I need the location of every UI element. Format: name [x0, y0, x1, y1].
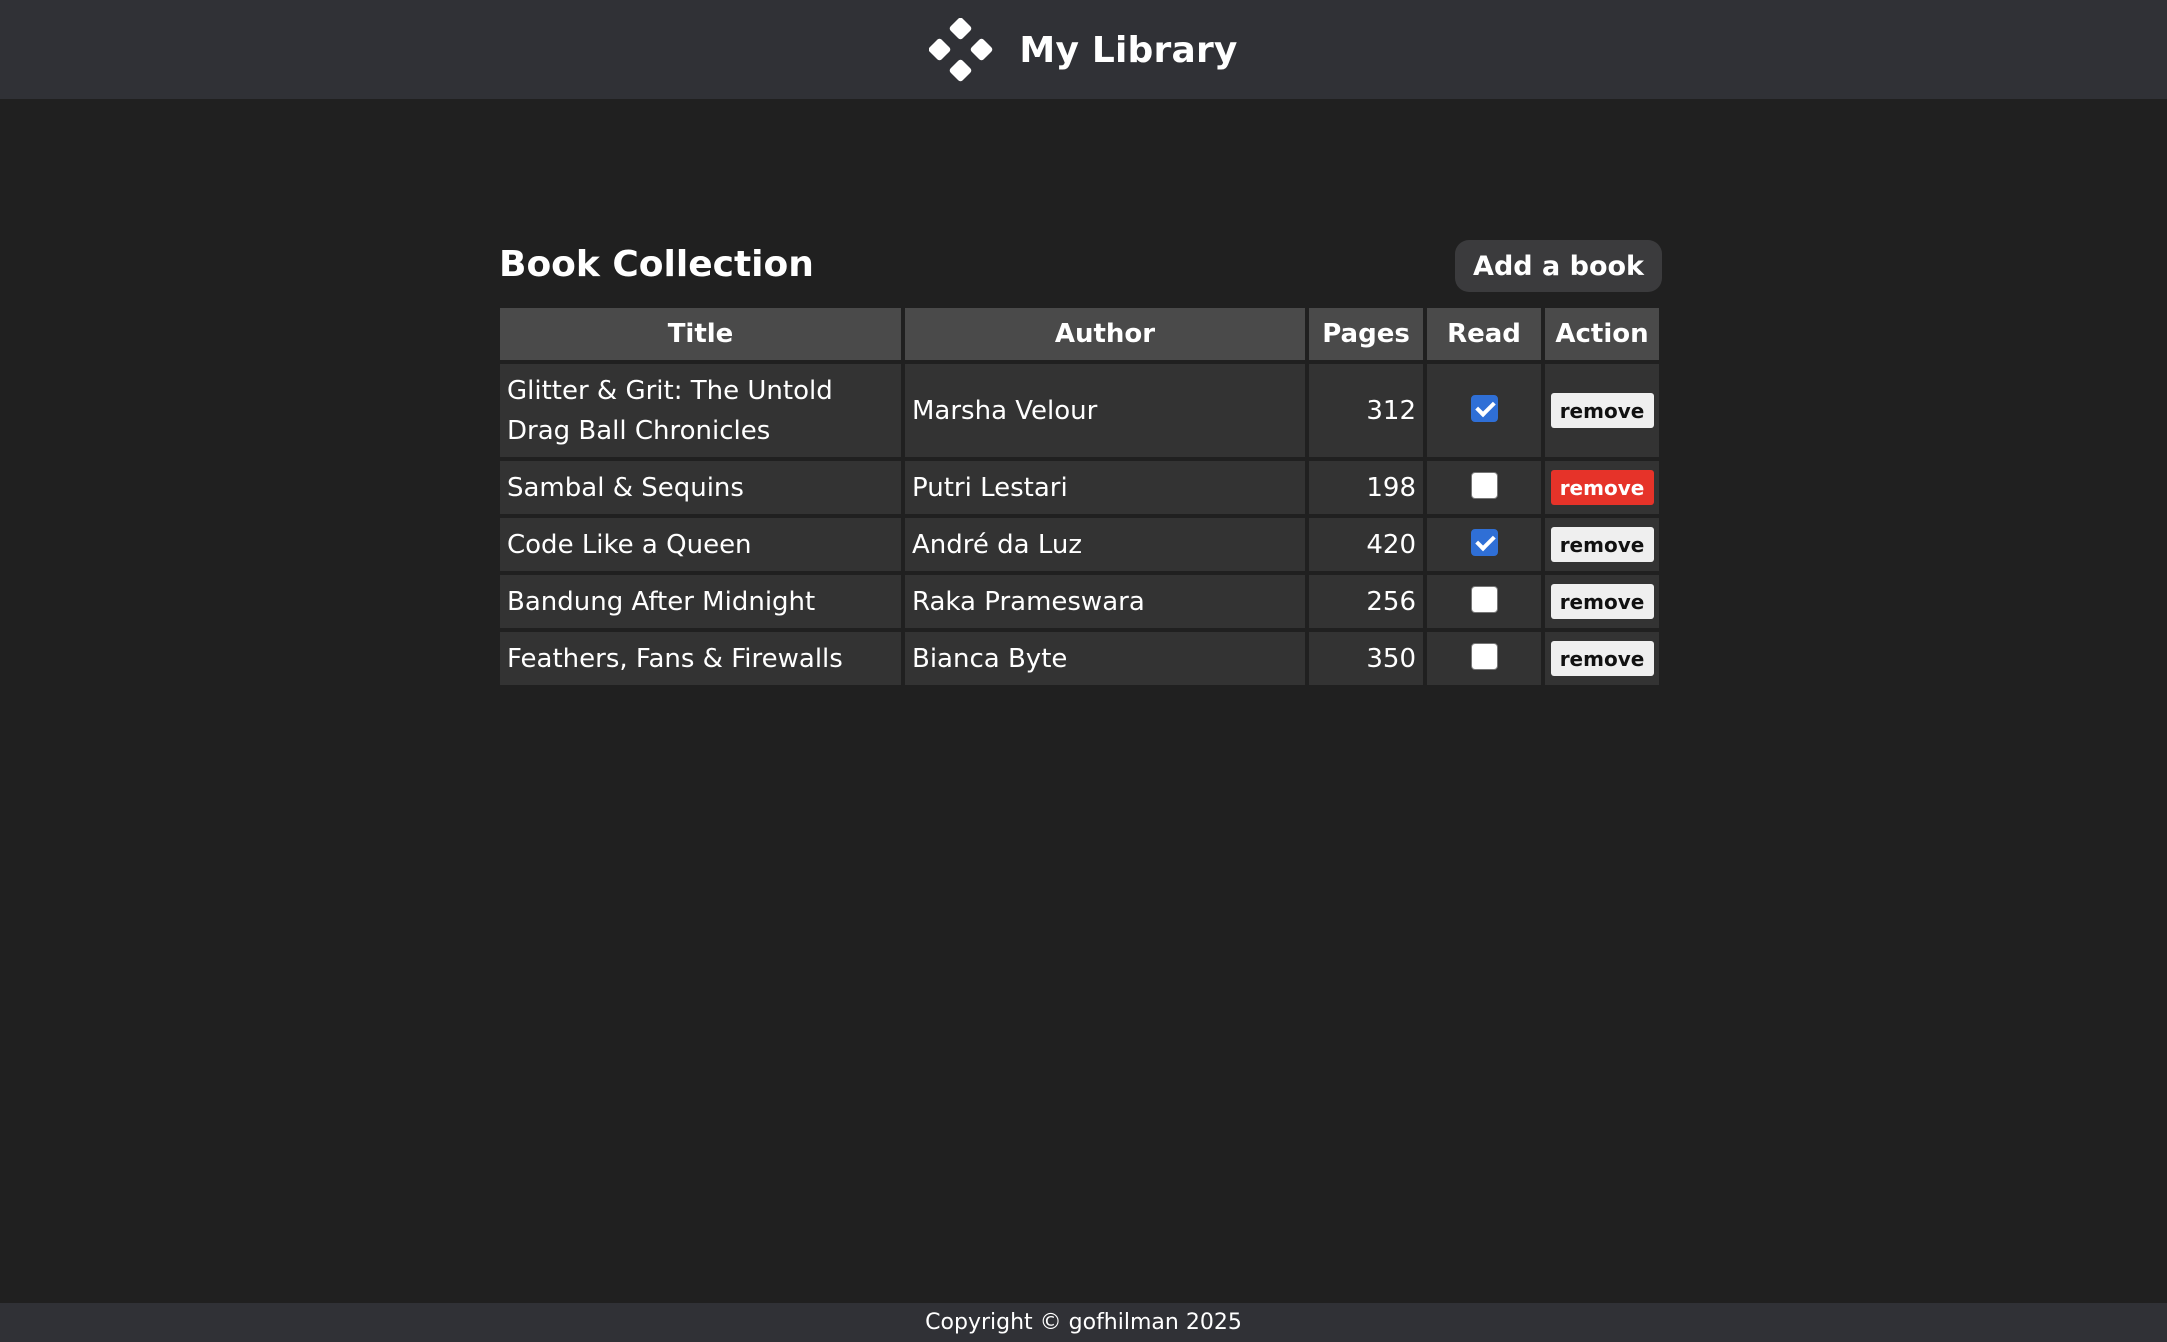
table-row: Code Like a Queen André da Luz 420 remov… [500, 518, 1659, 571]
book-pages-cell: 312 [1309, 364, 1423, 457]
book-action-cell: remove [1545, 632, 1659, 685]
book-read-cell [1427, 518, 1541, 571]
read-checkbox[interactable] [1470, 642, 1498, 670]
book-author-cell: Bianca Byte [905, 632, 1305, 685]
book-author-cell: Putri Lestari [905, 461, 1305, 514]
app-title: My Library [1019, 30, 1238, 71]
page-title: Book Collection [499, 244, 814, 285]
column-header-title: Title [500, 308, 901, 360]
add-book-button[interactable]: Add a book [1455, 240, 1662, 292]
book-read-cell [1427, 575, 1541, 628]
book-author-cell: André da Luz [905, 518, 1305, 571]
column-header-pages: Pages [1309, 308, 1423, 360]
table-row: Sambal & Sequins Putri Lestari 198 remov… [500, 461, 1659, 514]
book-title-cell: Feathers, Fans & Firewalls [500, 632, 901, 685]
book-action-cell: remove [1545, 518, 1659, 571]
book-title-cell: Sambal & Sequins [500, 461, 901, 514]
table-row: Feathers, Fans & Firewalls Bianca Byte 3… [500, 632, 1659, 685]
read-checkbox[interactable] [1470, 471, 1498, 499]
book-read-cell [1427, 632, 1541, 685]
book-read-cell [1427, 364, 1541, 457]
book-pages-cell: 256 [1309, 575, 1423, 628]
book-pages-cell: 420 [1309, 518, 1423, 571]
remove-button[interactable]: remove [1550, 584, 1654, 619]
app-header: My Library [0, 0, 2167, 99]
main-content: Book Collection Add a book Title Author … [497, 238, 1663, 685]
remove-button[interactable]: remove [1550, 393, 1654, 428]
page-footer: Copyright © gofhilman 2025 [0, 1303, 2167, 1342]
book-action-cell: remove [1545, 461, 1659, 514]
column-header-read: Read [1427, 308, 1541, 360]
book-title-cell: Code Like a Queen [500, 518, 901, 571]
table-row: Bandung After Midnight Raka Prameswara 2… [500, 575, 1659, 628]
book-title-cell: Bandung After Midnight [500, 575, 901, 628]
book-author-cell: Marsha Velour [905, 364, 1305, 457]
read-checkbox[interactable] [1470, 585, 1498, 613]
book-pages-cell: 198 [1309, 461, 1423, 514]
book-read-cell [1427, 461, 1541, 514]
book-title-cell: Glitter & Grit: The Untold Drag Ball Chr… [500, 364, 901, 457]
column-header-action: Action [1545, 308, 1659, 360]
table-header-row: Title Author Pages Read Action [500, 308, 1659, 360]
read-checkbox[interactable] [1470, 528, 1498, 556]
copyright-text: Copyright © gofhilman 2025 [925, 1310, 1242, 1335]
book-action-cell: remove [1545, 364, 1659, 457]
four-diamond-logo-icon [929, 17, 993, 81]
book-table: Title Author Pages Read Action Glitter &… [496, 304, 1663, 689]
read-checkbox[interactable] [1470, 394, 1498, 422]
remove-button[interactable]: remove [1550, 527, 1654, 562]
collection-toolbar: Book Collection Add a book [497, 238, 1663, 298]
book-action-cell: remove [1545, 575, 1659, 628]
remove-button[interactable]: remove [1550, 641, 1654, 676]
remove-button[interactable]: remove [1550, 470, 1654, 505]
table-row: Glitter & Grit: The Untold Drag Ball Chr… [500, 364, 1659, 457]
book-pages-cell: 350 [1309, 632, 1423, 685]
column-header-author: Author [905, 308, 1305, 360]
book-author-cell: Raka Prameswara [905, 575, 1305, 628]
